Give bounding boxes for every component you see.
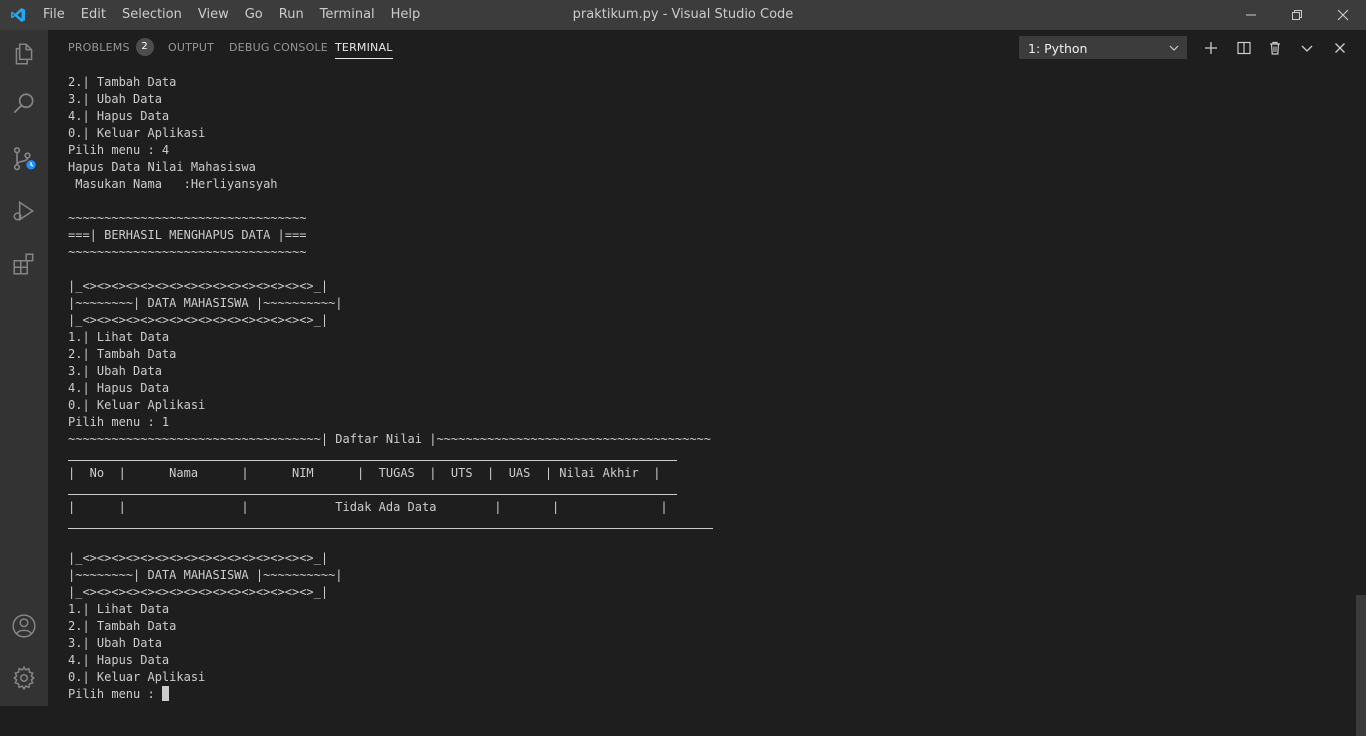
tab-debug-console[interactable]: DEBUG CONSOLE: [229, 30, 328, 65]
terminal-line: 1.| Lihat Data: [68, 330, 170, 344]
close-window-button[interactable]: [1320, 0, 1366, 30]
tab-terminal[interactable]: TERMINAL: [335, 30, 393, 65]
terminal-line: ~~~~~~~~~~~~~~~~~~~~~~~~~~~~~~~~~: [68, 245, 307, 259]
source-control-icon: [13, 147, 37, 171]
table-bottom-rule: [68, 528, 713, 529]
terminal-line: |_<><><><><><><><><><><><><><><><>_|: [68, 313, 329, 327]
menu-run[interactable]: Run: [271, 0, 312, 30]
restore-button[interactable]: [1274, 0, 1320, 30]
close-panel-button[interactable]: [1330, 38, 1350, 58]
menu-go[interactable]: Go: [237, 0, 271, 30]
terminal-line: 4.| Hapus Data: [68, 381, 170, 395]
terminal-line: Hapus Data Nilai Mahasiswa: [68, 160, 256, 174]
problems-count-badge: 2: [135, 38, 154, 56]
terminal-line: ~~~~~~~~~~~~~~~~~~~~~~~~~~~~~~~~~~~| Daf…: [68, 432, 711, 446]
close-icon: [1335, 43, 1345, 53]
search-button[interactable]: [0, 80, 48, 128]
terminal-line: 2.| Tambah Data: [68, 75, 177, 89]
title-bar: File Edit Selection View Go Run Terminal…: [0, 0, 1366, 30]
settings-button[interactable]: [0, 654, 48, 702]
tab-output[interactable]: OUTPUT: [168, 30, 214, 65]
account-button[interactable]: [0, 602, 48, 650]
menu-selection[interactable]: Selection: [114, 0, 190, 30]
split-terminal-button[interactable]: [1234, 38, 1254, 58]
new-terminal-button[interactable]: [1201, 38, 1221, 58]
terminal-line: |~~~~~~~~| DATA MAHASISWA |~~~~~~~~~~|: [68, 568, 343, 582]
panel: PROBLEMS 2 OUTPUT DEBUG CONSOLE TERMINAL …: [48, 30, 1366, 736]
menu-bar: File Edit Selection View Go Run Terminal…: [35, 0, 428, 30]
terminal-line: |~~~~~~~~| DATA MAHASISWA |~~~~~~~~~~|: [68, 296, 343, 310]
plus-icon: [1205, 42, 1217, 54]
terminal-scrollbar[interactable]: [1356, 595, 1366, 736]
terminal-line: |_<><><><><><><><><><><><><><><><>_|: [68, 279, 329, 293]
run-debug-icon: [13, 200, 35, 222]
terminal-line: Masukan Nama :Herliyansyah: [68, 177, 278, 191]
terminal-output[interactable]: 2.| Tambah Data 3.| Ubah Data 4.| Hapus Da…: [68, 74, 1348, 703]
menu-file[interactable]: File: [35, 0, 73, 30]
terminal-line: Pilih menu : 4: [68, 143, 170, 157]
terminal-line: 3.| Ubah Data: [68, 364, 162, 378]
vscode-logo-icon: [11, 8, 25, 22]
terminal-line: | No | Nama | NIM | TUGAS | UTS | UAS | …: [68, 466, 661, 480]
explorer-icon: [15, 43, 33, 65]
tab-problems-label: PROBLEMS: [68, 41, 130, 54]
terminal-line: 1.| Lihat Data: [68, 602, 170, 616]
terminal-line: 2.| Tambah Data: [68, 619, 177, 633]
extensions-icon: [13, 253, 34, 275]
menu-edit[interactable]: Edit: [73, 0, 114, 30]
terminal-line: 0.| Keluar Aplikasi: [68, 126, 206, 140]
terminal-cursor: [161, 686, 169, 701]
panel-tabs: PROBLEMS 2 OUTPUT DEBUG CONSOLE TERMINAL …: [48, 30, 1366, 65]
window-controls: [1228, 0, 1366, 30]
split-icon: [1237, 41, 1251, 55]
terminal-line: |_<><><><><><><><><><><><><><><><>_|: [68, 551, 329, 565]
trash-icon: [1270, 41, 1280, 55]
source-control-button[interactable]: [0, 135, 48, 183]
explorer-button[interactable]: [0, 30, 48, 78]
run-debug-button[interactable]: [0, 187, 48, 235]
minimize-button[interactable]: [1228, 0, 1274, 30]
account-icon: [12, 614, 36, 638]
terminal-line: 2.| Tambah Data: [68, 347, 177, 361]
terminal-line: ===| BERHASIL MENGHAPUS DATA |===: [68, 228, 307, 242]
chevron-down-icon: [1169, 45, 1179, 51]
settings-gear-icon: [13, 665, 35, 691]
terminal-line: Pilih menu : 1: [68, 415, 170, 429]
terminal-line: ~~~~~~~~~~~~~~~~~~~~~~~~~~~~~~~~~: [68, 211, 307, 225]
terminal-selector[interactable]: 1: Python: [1019, 36, 1187, 59]
minimize-icon: [1246, 14, 1256, 16]
menu-terminal[interactable]: Terminal: [312, 0, 383, 30]
maximize-panel-button[interactable]: [1297, 38, 1317, 58]
terminal-line: 4.| Hapus Data: [68, 109, 170, 123]
kill-terminal-button[interactable]: [1265, 38, 1285, 58]
activity-bar: [0, 30, 48, 706]
extensions-button[interactable]: [0, 240, 48, 288]
tab-problems[interactable]: PROBLEMS 2: [68, 30, 154, 65]
terminal-selector-value: 1: Python: [1028, 41, 1088, 56]
menu-help[interactable]: Help: [383, 0, 429, 30]
terminal-line: 4.| Hapus Data: [68, 653, 170, 667]
table-top-rule: [68, 460, 677, 461]
close-icon: [1337, 9, 1349, 21]
restore-icon: [1292, 10, 1302, 20]
terminal-line: 3.| Ubah Data: [68, 92, 162, 106]
terminal-prompt-line: Pilih menu :: [68, 686, 1348, 703]
terminal-line: 0.| Keluar Aplikasi: [68, 398, 206, 412]
terminal-line: |_<><><><><><><><><><><><><><><><>_|: [68, 585, 329, 599]
terminal-line: 0.| Keluar Aplikasi: [68, 670, 206, 684]
terminal-line: 3.| Ubah Data: [68, 636, 162, 650]
chevron-down-icon: [1301, 45, 1313, 52]
search-icon: [13, 93, 34, 114]
terminal-line: | | | Tidak Ada Data | | |: [68, 500, 668, 514]
menu-view[interactable]: View: [190, 0, 237, 30]
terminal-prompt: Pilih menu :: [68, 687, 162, 701]
table-header-rule: [68, 494, 677, 495]
